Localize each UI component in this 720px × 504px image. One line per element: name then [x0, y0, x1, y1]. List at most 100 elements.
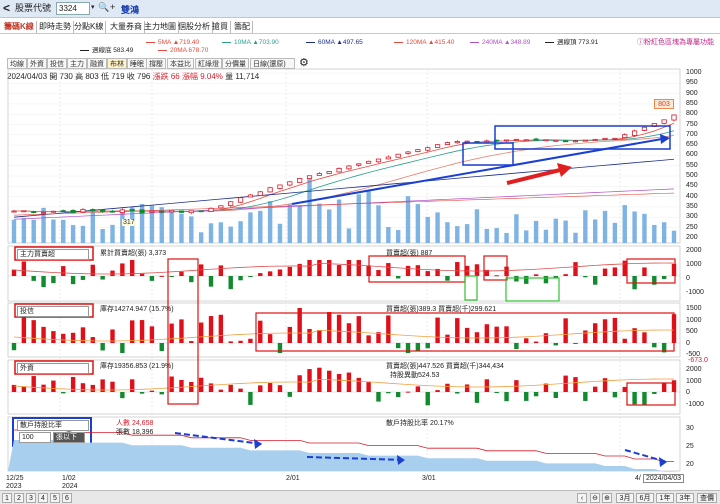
- flow-bar: [642, 267, 647, 276]
- panel4-ratio-label: 散戶持股比率 20.17%: [386, 420, 454, 427]
- page-button-5[interactable]: 5: [50, 493, 60, 503]
- flow-bar: [228, 276, 233, 290]
- flow-bar: [41, 276, 46, 288]
- volume-bar: [297, 205, 302, 243]
- panel4-lots-label: 張數 18,396: [116, 429, 154, 436]
- volume-bar: [110, 224, 115, 243]
- flow-bar: [208, 316, 214, 343]
- panel4-unit-button[interactable]: 張以下: [53, 432, 85, 443]
- flow-bar: [110, 381, 115, 392]
- panel4-select[interactable]: 散戶持股比率: [17, 420, 89, 431]
- flow-bar: [208, 276, 214, 287]
- candle-body: [21, 210, 27, 213]
- flow-bar: [405, 391, 411, 393]
- flow-bar: [455, 262, 460, 276]
- page-button-3[interactable]: 3: [26, 493, 36, 503]
- annotation-box: [464, 275, 478, 301]
- arrow-head: [659, 457, 667, 467]
- flow-bar: [307, 369, 312, 392]
- range-button-1[interactable]: 6月: [636, 493, 654, 503]
- volume-bar: [553, 218, 558, 243]
- flow-bar: [553, 392, 558, 398]
- panel4-amount-select[interactable]: 100: [19, 432, 51, 443]
- flow-bar: [533, 341, 539, 343]
- page-button-2[interactable]: 2: [14, 493, 24, 503]
- flow-bar: [612, 392, 618, 398]
- flow-bar: [41, 326, 46, 343]
- axis-tick-label: 900: [686, 89, 698, 97]
- date-label: 1/02: [62, 475, 76, 482]
- axis-tick-label: -1000: [686, 289, 704, 296]
- ma20-line: [13, 135, 675, 213]
- view-button[interactable]: 查價: [697, 493, 717, 503]
- flow-bar: [524, 392, 529, 401]
- volume-bar: [120, 210, 125, 243]
- page-button-6[interactable]: 6: [62, 493, 72, 503]
- volume-bar: [258, 210, 263, 243]
- volume-bar: [228, 226, 233, 243]
- flow-bar: [632, 392, 637, 405]
- volume-bar: [366, 191, 371, 243]
- arrow-head: [660, 134, 670, 144]
- flow-bar: [21, 316, 27, 343]
- candle-body: [454, 141, 460, 144]
- range-button-2[interactable]: 1年: [656, 493, 674, 503]
- volume-bar: [218, 222, 224, 243]
- flow-bar: [31, 376, 36, 392]
- candle-body: [395, 153, 401, 158]
- flow-bar: [130, 379, 135, 392]
- volume-bar: [642, 213, 647, 243]
- flow-bar: [159, 343, 164, 352]
- flow-bar: [149, 276, 155, 281]
- flow-bar: [70, 332, 76, 343]
- candle-body: [375, 158, 382, 163]
- flow-bar: [179, 271, 184, 276]
- candle-body: [464, 140, 470, 143]
- volume-bar: [208, 223, 214, 243]
- panel3-select[interactable]: 外資: [17, 363, 89, 374]
- volume-bar: [336, 199, 342, 243]
- candle-body: [31, 211, 37, 214]
- axis-tick-label: 1000: [686, 261, 702, 268]
- flow-bar: [533, 274, 539, 276]
- flow-bar: [277, 269, 283, 276]
- zoom-in-icon[interactable]: ⊕: [602, 493, 612, 503]
- candle-body: [425, 147, 431, 151]
- axis-tick-label: 0: [686, 389, 690, 396]
- flow-bar: [356, 377, 361, 392]
- axis-tick-label: 800: [686, 110, 698, 118]
- volume-bar: [248, 212, 253, 243]
- axis-tick-label: 400: [686, 192, 698, 200]
- flow-bar: [248, 338, 253, 343]
- retail-area: [8, 440, 680, 472]
- flow-bar: [435, 317, 440, 343]
- flow-bar: [198, 377, 204, 392]
- range-button-3[interactable]: 3年: [676, 493, 694, 503]
- axis-tick-label: 1500: [686, 305, 702, 312]
- flow-bar: [238, 340, 243, 343]
- zoom-out-icon[interactable]: ⊖: [590, 493, 600, 503]
- page-button-1[interactable]: 1: [2, 493, 12, 503]
- volume-bar: [612, 222, 618, 243]
- flow-bar: [159, 275, 164, 277]
- flow-bar: [484, 379, 490, 392]
- panel1-select[interactable]: 主力買賣超: [17, 249, 89, 260]
- candle-body: [60, 210, 66, 212]
- candle-body: [218, 205, 224, 209]
- flow-bar: [110, 270, 115, 276]
- page-button-4[interactable]: 4: [38, 493, 48, 503]
- flow-bar: [602, 378, 608, 392]
- flow-bar: [90, 264, 96, 276]
- scroll-left-button[interactable]: ‹: [577, 493, 587, 503]
- flow-bar: [100, 343, 105, 351]
- flow-bar: [386, 315, 391, 343]
- flow-bar: [307, 260, 312, 276]
- price-marker: 803: [654, 99, 674, 109]
- candle-body: [228, 201, 234, 206]
- date-label: 2/01: [286, 475, 300, 482]
- range-button-0[interactable]: 3月: [616, 493, 634, 503]
- panel2-select[interactable]: 投信: [17, 306, 89, 317]
- flow-bar: [179, 379, 184, 392]
- volume-bar: [583, 210, 588, 243]
- axis-tick-label: 25: [686, 443, 694, 450]
